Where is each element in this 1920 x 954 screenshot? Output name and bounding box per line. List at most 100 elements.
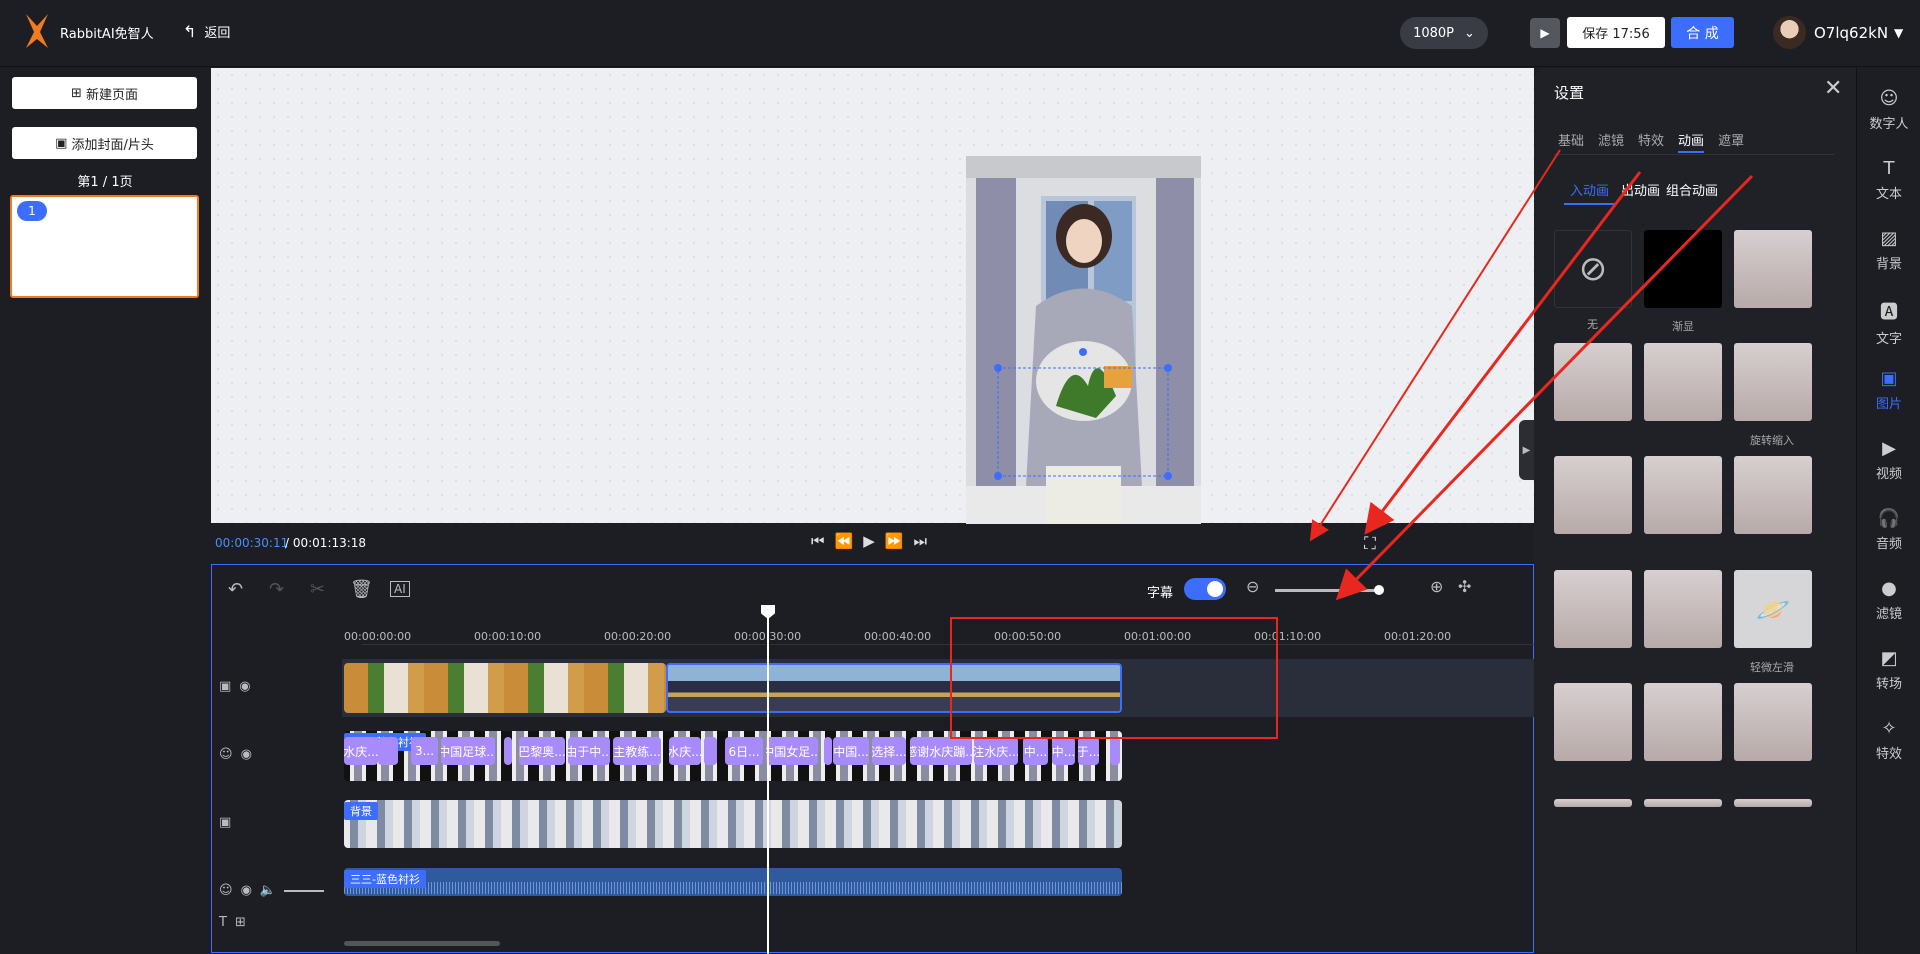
- subtitle-chip[interactable]: 由于中...: [568, 737, 610, 765]
- animation-option[interactable]: [1734, 343, 1812, 421]
- subtitle-chip[interactable]: [704, 737, 717, 765]
- subtitle-chip[interactable]: 水庆...: [344, 737, 378, 765]
- subtitle-chip[interactable]: 感谢水庆蹦...: [910, 737, 972, 765]
- undo-icon[interactable]: ↶: [228, 579, 243, 600]
- animation-option[interactable]: [1734, 683, 1812, 761]
- subtitle-chip[interactable]: [1110, 737, 1120, 765]
- skip-start-icon[interactable]: ⏮: [811, 532, 825, 550]
- animation-option[interactable]: [1554, 343, 1632, 421]
- animation-option[interactable]: [1554, 799, 1632, 807]
- collapse-panel-button[interactable]: ▶: [1519, 420, 1534, 480]
- subtab-in[interactable]: 入动画: [1564, 180, 1616, 205]
- animation-option[interactable]: [1734, 456, 1812, 534]
- animation-option[interactable]: [1554, 683, 1632, 761]
- animation-option[interactable]: [1554, 456, 1632, 534]
- redo-icon[interactable]: ↷: [269, 579, 284, 600]
- subtab-out[interactable]: 出动画: [1621, 180, 1660, 205]
- page-thumbnail[interactable]: 1: [10, 195, 199, 298]
- tab-mask[interactable]: 遮罩: [1718, 130, 1744, 153]
- eye-icon[interactable]: ◉: [239, 679, 250, 694]
- fit-icon[interactable]: ✣: [1458, 577, 1471, 596]
- compose-button[interactable]: 合 成: [1671, 17, 1734, 48]
- subtitle-chip[interactable]: 中国...: [833, 737, 869, 765]
- new-page-button[interactable]: ⊞ 新建页面: [12, 77, 197, 109]
- tab-filter[interactable]: 滤镜: [1598, 130, 1624, 153]
- volume-icon[interactable]: 🔈: [260, 883, 276, 898]
- sidebar-item-transition[interactable]: ◩ 转场: [1857, 648, 1920, 692]
- subtitle-chip[interactable]: 6日...: [725, 737, 763, 765]
- subtitle-chip[interactable]: 主教练...: [613, 737, 661, 765]
- sidebar-item-image[interactable]: ▣ 图片: [1857, 368, 1920, 412]
- subtab-combo[interactable]: 组合动画: [1666, 180, 1718, 205]
- video-clip-1[interactable]: [344, 663, 666, 713]
- subtitle-chip[interactable]: 中...: [1023, 737, 1048, 765]
- animation-option[interactable]: [1554, 570, 1632, 648]
- sidebar-item-video[interactable]: ▶ 视频: [1857, 438, 1920, 482]
- skip-end-icon[interactable]: ⏭: [913, 532, 927, 550]
- background-clip[interactable]: 背景: [344, 800, 1122, 848]
- zoom-out-icon[interactable]: ⊖: [1246, 577, 1259, 596]
- eye-icon[interactable]: ◉: [241, 883, 252, 898]
- animation-option[interactable]: [1734, 230, 1812, 308]
- timeline-scrollbar[interactable]: [344, 941, 500, 946]
- time-ruler[interactable]: 00:00:00:00 00:00:10:00 00:00:20:00 00:0…: [344, 605, 1534, 645]
- animation-option[interactable]: [1734, 799, 1812, 807]
- sidebar-item-digital-human[interactable]: ☺ 数字人: [1857, 88, 1920, 132]
- animation-option[interactable]: [1644, 683, 1722, 761]
- zoom-slider-handle[interactable]: [1374, 585, 1384, 595]
- audio-clip[interactable]: 三三-蓝色衬衫: [344, 868, 1122, 896]
- add-text-icon[interactable]: ⊞: [235, 915, 246, 930]
- playhead[interactable]: [767, 609, 769, 954]
- subtitle-chip[interactable]: 中国足球...: [441, 737, 495, 765]
- sidebar-item-font[interactable]: 🅰 文字: [1857, 298, 1920, 347]
- delete-icon[interactable]: 🗑: [350, 579, 373, 600]
- tab-effect[interactable]: 特效: [1638, 130, 1664, 153]
- video-clip-2[interactable]: [666, 663, 1122, 713]
- animation-option[interactable]: [1644, 456, 1722, 534]
- step-forward-icon[interactable]: ⏩: [885, 532, 904, 550]
- sidebar-item-audio[interactable]: 🎧 音频: [1857, 508, 1920, 552]
- close-icon[interactable]: ✕: [1824, 76, 1842, 101]
- sidebar-item-text[interactable]: T 文本: [1857, 158, 1920, 202]
- tab-animation[interactable]: 动画: [1678, 130, 1705, 153]
- canvas-area[interactable]: [211, 68, 1534, 569]
- subtitle-chip[interactable]: [504, 737, 512, 765]
- animation-none[interactable]: ⊘: [1554, 230, 1632, 308]
- subtitle-chip[interactable]: 中国女足...: [766, 737, 818, 765]
- save-button[interactable]: 保存 17:56: [1567, 17, 1665, 48]
- zoom-slider[interactable]: [1275, 589, 1379, 592]
- cut-icon[interactable]: ✂: [310, 579, 325, 600]
- back-button[interactable]: ↰ 返回: [183, 22, 230, 41]
- subtitle-toggle[interactable]: [1184, 578, 1226, 600]
- animation-option[interactable]: [1644, 570, 1722, 648]
- fullscreen-icon[interactable]: ⛶: [1364, 534, 1376, 554]
- subtitle-chip[interactable]: 于...: [1078, 737, 1099, 765]
- sidebar-item-filter[interactable]: ● 滤镜: [1857, 578, 1920, 622]
- zoom-in-icon[interactable]: ⊕: [1430, 577, 1443, 596]
- animation-fade[interactable]: [1644, 230, 1722, 308]
- preview-button[interactable]: ▶: [1530, 18, 1560, 48]
- sidebar-item-background[interactable]: ▨ 背景: [1857, 228, 1920, 272]
- subtitle-chip[interactable]: [378, 737, 398, 765]
- add-cover-button[interactable]: ▣ 添加封面/片头: [12, 127, 197, 159]
- animation-option[interactable]: 🪐: [1734, 570, 1812, 648]
- subtitle-chip[interactable]: 中...: [1052, 737, 1075, 765]
- subtitle-chip[interactable]: 3...: [411, 737, 438, 765]
- subtitle-chip[interactable]: 注水庆...: [974, 737, 1018, 765]
- subtitle-chip[interactable]: 巴黎奥...: [519, 737, 565, 765]
- subtitle-chip[interactable]: 选择...: [872, 737, 906, 765]
- step-back-icon[interactable]: ⏪: [835, 532, 854, 550]
- user-menu[interactable]: O7lq62kN ▼: [1773, 16, 1903, 49]
- ai-subtitle-icon[interactable]: AI: [390, 581, 410, 597]
- resolution-select[interactable]: 1080P ⌄: [1400, 17, 1488, 49]
- subtitle-chip[interactable]: [824, 737, 832, 765]
- animation-option[interactable]: [1644, 799, 1722, 807]
- sidebar-item-effects[interactable]: ✧ 特效: [1857, 718, 1920, 762]
- brand[interactable]: RabbitAI免智人: [22, 12, 154, 52]
- eye-icon[interactable]: ◉: [241, 747, 252, 762]
- animation-option[interactable]: [1644, 343, 1722, 421]
- volume-slider[interactable]: [284, 890, 325, 892]
- tab-basic[interactable]: 基础: [1558, 130, 1584, 153]
- video-stage[interactable]: [966, 156, 1201, 569]
- play-icon[interactable]: ▶: [863, 532, 875, 550]
